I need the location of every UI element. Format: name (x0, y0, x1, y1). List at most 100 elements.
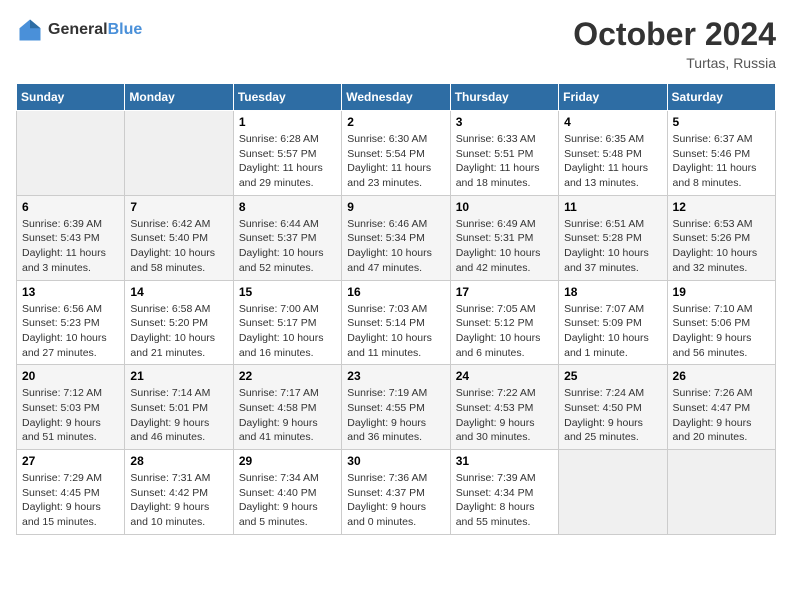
day-number: 18 (564, 285, 661, 299)
calendar-body: 1 Sunrise: 6:28 AMSunset: 5:57 PMDaylight… (17, 111, 776, 535)
day-number: 8 (239, 200, 336, 214)
day-number: 1 (239, 115, 336, 129)
logo-blue: Blue (108, 21, 143, 38)
logo: GeneralBlue (16, 16, 142, 44)
calendar-table: SundayMondayTuesdayWednesdayThursdayFrid… (16, 83, 776, 535)
day-number: 12 (673, 200, 770, 214)
weekday-row: SundayMondayTuesdayWednesdayThursdayFrid… (17, 84, 776, 111)
calendar-cell: 15 Sunrise: 7:00 AMSunset: 5:17 PMDayligh… (233, 280, 341, 365)
day-info: Sunrise: 6:30 AMSunset: 5:54 PMDaylight:… (347, 132, 444, 191)
logo-general: General (48, 21, 108, 38)
day-info: Sunrise: 7:31 AMSunset: 4:42 PMDaylight:… (130, 471, 227, 530)
day-number: 2 (347, 115, 444, 129)
day-number: 10 (456, 200, 553, 214)
day-info: Sunrise: 6:46 AMSunset: 5:34 PMDaylight:… (347, 217, 444, 276)
calendar-cell (667, 450, 775, 535)
day-info: Sunrise: 6:44 AMSunset: 5:37 PMDaylight:… (239, 217, 336, 276)
day-info: Sunrise: 6:42 AMSunset: 5:40 PMDaylight:… (130, 217, 227, 276)
calendar-cell: 17 Sunrise: 7:05 AMSunset: 5:12 PMDayligh… (450, 280, 558, 365)
day-number: 15 (239, 285, 336, 299)
day-number: 5 (673, 115, 770, 129)
day-number: 14 (130, 285, 227, 299)
calendar-cell: 4Sunrise: 6:35 AMSunset: 5:48 PMDaylight… (559, 111, 667, 196)
day-info: Sunrise: 6:53 AMSunset: 5:26 PMDaylight:… (673, 217, 770, 276)
calendar-cell: 19Sunrise: 7:10 AMSunset: 5:06 PMDayligh… (667, 280, 775, 365)
weekday-header: Wednesday (342, 84, 450, 111)
calendar-cell (17, 111, 125, 196)
day-info: Sunrise: 7:34 AMSunset: 4:40 PMDaylight:… (239, 471, 336, 530)
calendar-cell: 30 Sunrise: 7:36 AMSunset: 4:37 PMDayligh… (342, 450, 450, 535)
calendar-cell: 8 Sunrise: 6:44 AMSunset: 5:37 PMDaylight… (233, 195, 341, 280)
calendar-cell: 1 Sunrise: 6:28 AMSunset: 5:57 PMDaylight… (233, 111, 341, 196)
day-info: Sunrise: 7:19 AMSunset: 4:55 PMDaylight:… (347, 386, 444, 445)
day-info: Sunrise: 6:51 AMSunset: 5:28 PMDaylight:… (564, 217, 661, 276)
day-info: Sunrise: 7:29 AMSunset: 4:45 PMDaylight:… (22, 471, 119, 530)
day-number: 16 (347, 285, 444, 299)
calendar-cell: 7 Sunrise: 6:42 AMSunset: 5:40 PMDaylight… (125, 195, 233, 280)
day-number: 11 (564, 200, 661, 214)
day-info: Sunrise: 7:10 AMSunset: 5:06 PMDaylight:… (673, 302, 770, 361)
calendar-cell: 20Sunrise: 7:12 AMSunset: 5:03 PMDayligh… (17, 365, 125, 450)
day-info: Sunrise: 7:07 AMSunset: 5:09 PMDaylight:… (564, 302, 661, 361)
day-info: Sunrise: 7:05 AMSunset: 5:12 PMDaylight:… (456, 302, 553, 361)
calendar-week-row: 20Sunrise: 7:12 AMSunset: 5:03 PMDayligh… (17, 365, 776, 450)
day-number: 17 (456, 285, 553, 299)
day-number: 3 (456, 115, 553, 129)
day-number: 29 (239, 454, 336, 468)
calendar-week-row: 1 Sunrise: 6:28 AMSunset: 5:57 PMDaylight… (17, 111, 776, 196)
day-number: 20 (22, 369, 119, 383)
day-number: 27 (22, 454, 119, 468)
weekday-header: Monday (125, 84, 233, 111)
calendar-cell: 31 Sunrise: 7:39 AMSunset: 4:34 PMDayligh… (450, 450, 558, 535)
calendar-cell: 16 Sunrise: 7:03 AMSunset: 5:14 PMDayligh… (342, 280, 450, 365)
calendar-cell: 13Sunrise: 6:56 AMSunset: 5:23 PMDayligh… (17, 280, 125, 365)
day-number: 24 (456, 369, 553, 383)
day-info: Sunrise: 7:24 AMSunset: 4:50 PMDaylight:… (564, 386, 661, 445)
calendar-cell: 9Sunrise: 6:46 AMSunset: 5:34 PMDaylight… (342, 195, 450, 280)
calendar-cell: 29 Sunrise: 7:34 AMSunset: 4:40 PMDayligh… (233, 450, 341, 535)
page-header: GeneralBlue October 2024 Turtas, Russia (16, 16, 776, 71)
day-number: 30 (347, 454, 444, 468)
day-number: 22 (239, 369, 336, 383)
day-number: 28 (130, 454, 227, 468)
day-number: 26 (673, 369, 770, 383)
day-info: Sunrise: 6:58 AMSunset: 5:20 PMDaylight:… (130, 302, 227, 361)
day-info: Sunrise: 7:03 AMSunset: 5:14 PMDaylight:… (347, 302, 444, 361)
day-info: Sunrise: 6:39 AMSunset: 5:43 PMDaylight:… (22, 217, 119, 276)
calendar-cell: 28 Sunrise: 7:31 AMSunset: 4:42 PMDayligh… (125, 450, 233, 535)
calendar-week-row: 13Sunrise: 6:56 AMSunset: 5:23 PMDayligh… (17, 280, 776, 365)
day-number: 31 (456, 454, 553, 468)
day-info: Sunrise: 7:36 AMSunset: 4:37 PMDaylight:… (347, 471, 444, 530)
day-number: 23 (347, 369, 444, 383)
calendar-cell: 21Sunrise: 7:14 AMSunset: 5:01 PMDayligh… (125, 365, 233, 450)
calendar-cell: 22Sunrise: 7:17 AMSunset: 4:58 PMDayligh… (233, 365, 341, 450)
calendar-cell: 24 Sunrise: 7:22 AMSunset: 4:53 PMDayligh… (450, 365, 558, 450)
day-number: 7 (130, 200, 227, 214)
calendar-cell: 18 Sunrise: 7:07 AMSunset: 5:09 PMDayligh… (559, 280, 667, 365)
calendar-cell: 11 Sunrise: 6:51 AMSunset: 5:28 PMDayligh… (559, 195, 667, 280)
calendar-cell (125, 111, 233, 196)
day-info: Sunrise: 7:39 AMSunset: 4:34 PMDaylight:… (456, 471, 553, 530)
day-info: Sunrise: 6:37 AMSunset: 5:46 PMDaylight:… (673, 132, 770, 191)
day-info: Sunrise: 7:00 AMSunset: 5:17 PMDaylight:… (239, 302, 336, 361)
calendar-cell: 10Sunrise: 6:49 AMSunset: 5:31 PMDayligh… (450, 195, 558, 280)
calendar-week-row: 6 Sunrise: 6:39 AMSunset: 5:43 PMDaylight… (17, 195, 776, 280)
day-info: Sunrise: 6:35 AMSunset: 5:48 PMDaylight:… (564, 132, 661, 191)
calendar-cell: 5 Sunrise: 6:37 AMSunset: 5:46 PMDaylight… (667, 111, 775, 196)
day-info: Sunrise: 6:56 AMSunset: 5:23 PMDaylight:… (22, 302, 119, 361)
day-number: 6 (22, 200, 119, 214)
month-title: October 2024 (573, 16, 776, 53)
calendar-cell: 14 Sunrise: 6:58 AMSunset: 5:20 PMDayligh… (125, 280, 233, 365)
day-info: Sunrise: 6:28 AMSunset: 5:57 PMDaylight:… (239, 132, 336, 191)
calendar-cell (559, 450, 667, 535)
calendar-header: SundayMondayTuesdayWednesdayThursdayFrid… (17, 84, 776, 111)
calendar-cell: 23 Sunrise: 7:19 AMSunset: 4:55 PMDayligh… (342, 365, 450, 450)
calendar-cell: 26Sunrise: 7:26 AMSunset: 4:47 PMDayligh… (667, 365, 775, 450)
day-info: Sunrise: 7:14 AMSunset: 5:01 PMDaylight:… (130, 386, 227, 445)
calendar-cell: 2 Sunrise: 6:30 AMSunset: 5:54 PMDaylight… (342, 111, 450, 196)
calendar-cell: 6 Sunrise: 6:39 AMSunset: 5:43 PMDaylight… (17, 195, 125, 280)
day-info: Sunrise: 7:22 AMSunset: 4:53 PMDaylight:… (456, 386, 553, 445)
calendar-cell: 27 Sunrise: 7:29 AMSunset: 4:45 PMDayligh… (17, 450, 125, 535)
weekday-header: Friday (559, 84, 667, 111)
day-info: Sunrise: 6:33 AMSunset: 5:51 PMDaylight:… (456, 132, 553, 191)
